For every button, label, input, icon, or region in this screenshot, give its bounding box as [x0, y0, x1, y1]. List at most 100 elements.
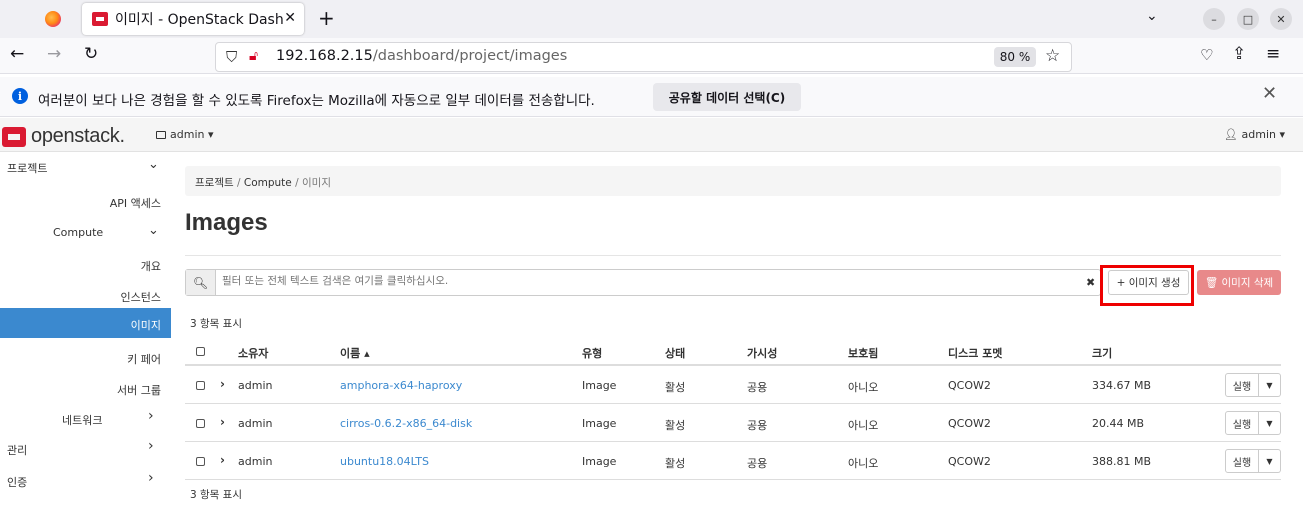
expand-row-chevron-icon[interactable]: › — [220, 377, 225, 391]
openstack-logo-icon — [2, 126, 26, 147]
app-menu-icon[interactable]: ≡ — [1266, 44, 1280, 64]
maximize-icon[interactable]: □ — [1237, 8, 1259, 30]
firefox-icon — [45, 11, 61, 27]
row-action-group: 실행 ▼ — [1225, 373, 1281, 397]
clear-search-icon[interactable]: ✖ — [1086, 276, 1095, 289]
data-reporting-notification: i 여러분이 보다 나은 경험을 할 수 있도록 Firefox는 Mozill… — [0, 77, 1303, 117]
breadcrumb-compute[interactable]: Compute — [244, 177, 292, 189]
sidebar-item-compute[interactable]: Compute ⌄ — [0, 217, 171, 247]
address-bar[interactable]: ⛉ 🔓︎ 192.168.2.15/dashboard/project/imag… — [215, 42, 1072, 72]
back-arrow-icon[interactable]: ← — [10, 44, 24, 64]
row-checkbox[interactable] — [196, 381, 205, 390]
cell-size: 334.67 MB — [1092, 379, 1152, 392]
highlight-annotation-box — [1100, 265, 1194, 306]
chevron-down-icon: ⌄ — [148, 157, 159, 172]
cell-protected: 아니오 — [848, 419, 879, 432]
breadcrumb-project[interactable]: 프로젝트 — [195, 177, 234, 189]
cell-type: Image — [582, 379, 617, 392]
cell-status: 활성 — [665, 381, 686, 394]
openstack-logo[interactable]: openstack. — [2, 125, 125, 148]
url-host: 192.168.2.15 — [276, 48, 373, 64]
column-header-visibility[interactable]: 가시성 — [747, 345, 777, 361]
column-header-disk-format[interactable]: 디스크 포멧 — [948, 345, 1002, 361]
cell-name-link[interactable]: amphora-x64-haproxy — [340, 379, 462, 392]
launch-button[interactable]: 실행 — [1225, 373, 1259, 397]
forward-arrow-icon[interactable]: → — [47, 44, 61, 64]
openstack-favicon-icon — [92, 12, 108, 26]
sidebar-item-label: 관리 — [7, 444, 28, 457]
sidebar-item-server-groups[interactable]: 서버 그룹 — [0, 373, 171, 403]
sidebar-item-images[interactable]: 이미지 — [0, 308, 171, 338]
action-dropdown-caret-icon[interactable]: ▼ — [1259, 449, 1281, 473]
item-count-bottom: 3 항목 표시 — [190, 489, 242, 501]
row-action-group: 실행 ▼ — [1225, 411, 1281, 435]
firefox-view-button[interactable] — [36, 4, 70, 34]
sidebar-item-overview[interactable]: 개요 — [0, 249, 171, 279]
sidebar-item-network[interactable]: 네트워크 › — [0, 403, 171, 433]
project-selector-label: admin ▾ — [170, 128, 214, 141]
sidebar-item-admin[interactable]: 관리 › — [0, 433, 171, 463]
choose-data-button[interactable]: 공유할 데이터 선택(C) — [653, 83, 801, 111]
column-header-size[interactable]: 크기 — [1092, 345, 1112, 361]
cell-name-link[interactable]: cirros-0.6.2-x86_64-disk — [340, 417, 472, 430]
insecure-lock-icon[interactable]: 🔓︎ — [249, 48, 258, 64]
cell-owner: admin — [238, 455, 273, 468]
expand-row-chevron-icon[interactable]: › — [220, 453, 225, 467]
column-header-owner[interactable]: 소유자 — [238, 345, 268, 361]
browser-nav-bar: ← → ↻ ⛉ 🔓︎ 192.168.2.15/dashboard/projec… — [0, 38, 1303, 74]
bookmark-star-icon[interactable]: ☆ — [1045, 46, 1060, 66]
launch-button[interactable]: 실행 — [1225, 411, 1259, 435]
notification-close-icon[interactable]: ✕ — [1262, 83, 1277, 104]
minimize-icon[interactable]: – — [1203, 8, 1225, 30]
column-header-protected[interactable]: 보호됨 — [848, 345, 878, 361]
cell-owner: admin — [238, 379, 273, 392]
browser-tab-active[interactable]: 이미지 - OpenStack Dashb ✕ — [82, 3, 304, 35]
zoom-level-badge[interactable]: 80 % — [994, 47, 1036, 67]
sidebar-item-label: 인스턴스 — [120, 291, 161, 304]
cell-protected: 아니오 — [848, 381, 879, 394]
sidebar-item-keypairs[interactable]: 키 페어 — [0, 342, 171, 372]
pocket-icon[interactable]: ♡ — [1200, 46, 1213, 64]
row-action-group: 실행 ▼ — [1225, 449, 1281, 473]
column-header-status[interactable]: 상태 — [665, 345, 685, 361]
chevron-down-icon: ⌄ — [148, 223, 159, 238]
sidebar-item-instances[interactable]: 인스턴스 — [0, 280, 171, 310]
sidebar-item-label: Compute — [53, 226, 104, 239]
chevron-right-icon: › — [148, 408, 154, 424]
sidebar: 프로젝트 ⌄ API 액세스 Compute ⌄ 개요 인스턴스 이미지 키 페… — [0, 152, 171, 505]
window-close-icon[interactable]: ✕ — [1270, 8, 1292, 30]
row-checkbox[interactable] — [196, 419, 205, 428]
sidebar-item-label: API 액세스 — [109, 197, 161, 210]
row-checkbox[interactable] — [196, 457, 205, 466]
search-input[interactable] — [222, 275, 1052, 287]
project-selector[interactable]: admin ▾ — [156, 128, 213, 141]
action-dropdown-caret-icon[interactable]: ▼ — [1259, 411, 1281, 435]
url-text[interactable]: 192.168.2.15/dashboard/project/images — [276, 48, 567, 64]
launch-button[interactable]: 실행 — [1225, 449, 1259, 473]
sidebar-item-api-access[interactable]: API 액세스 — [0, 186, 171, 216]
project-icon — [156, 130, 166, 139]
tab-close-icon[interactable]: ✕ — [284, 10, 296, 26]
column-header-name[interactable]: 이름 ▴ — [340, 345, 370, 361]
new-tab-button[interactable]: + — [318, 6, 335, 30]
delete-images-button[interactable]: 🗑 이미지 삭제 — [1197, 270, 1281, 295]
reload-icon[interactable]: ↻ — [84, 44, 98, 64]
chevron-right-icon: › — [148, 438, 154, 454]
filter-search-box[interactable]: 🔍︎ ✖ — [185, 269, 1101, 296]
search-icon[interactable]: 🔍︎ — [186, 270, 216, 295]
table-header-row: 소유자 이름 ▴ 유형 상태 가시성 보호됨 디스크 포멧 크기 — [185, 336, 1281, 366]
cell-size: 20.44 MB — [1092, 417, 1145, 430]
cell-status: 활성 — [665, 419, 686, 432]
cell-name-link[interactable]: ubuntu18.04LTS — [340, 455, 429, 468]
action-dropdown-caret-icon[interactable]: ▼ — [1259, 373, 1281, 397]
share-icon[interactable]: ⇪ — [1232, 44, 1246, 64]
expand-row-chevron-icon[interactable]: › — [220, 415, 225, 429]
sidebar-item-project[interactable]: 프로젝트 ⌄ — [0, 152, 171, 182]
user-menu[interactable]: 👤︎ admin ▾ — [1224, 128, 1285, 141]
list-all-tabs-chevron-icon[interactable]: ⌄ — [1146, 8, 1158, 24]
column-header-type[interactable]: 유형 — [582, 345, 602, 361]
sidebar-item-identity[interactable]: 인증 › — [0, 465, 171, 495]
tracking-shield-icon[interactable]: ⛉ — [226, 48, 237, 66]
browser-tab-bar: 이미지 - OpenStack Dashb ✕ + ⌄ – □ ✕ — [0, 0, 1303, 38]
select-all-checkbox[interactable] — [196, 347, 205, 356]
